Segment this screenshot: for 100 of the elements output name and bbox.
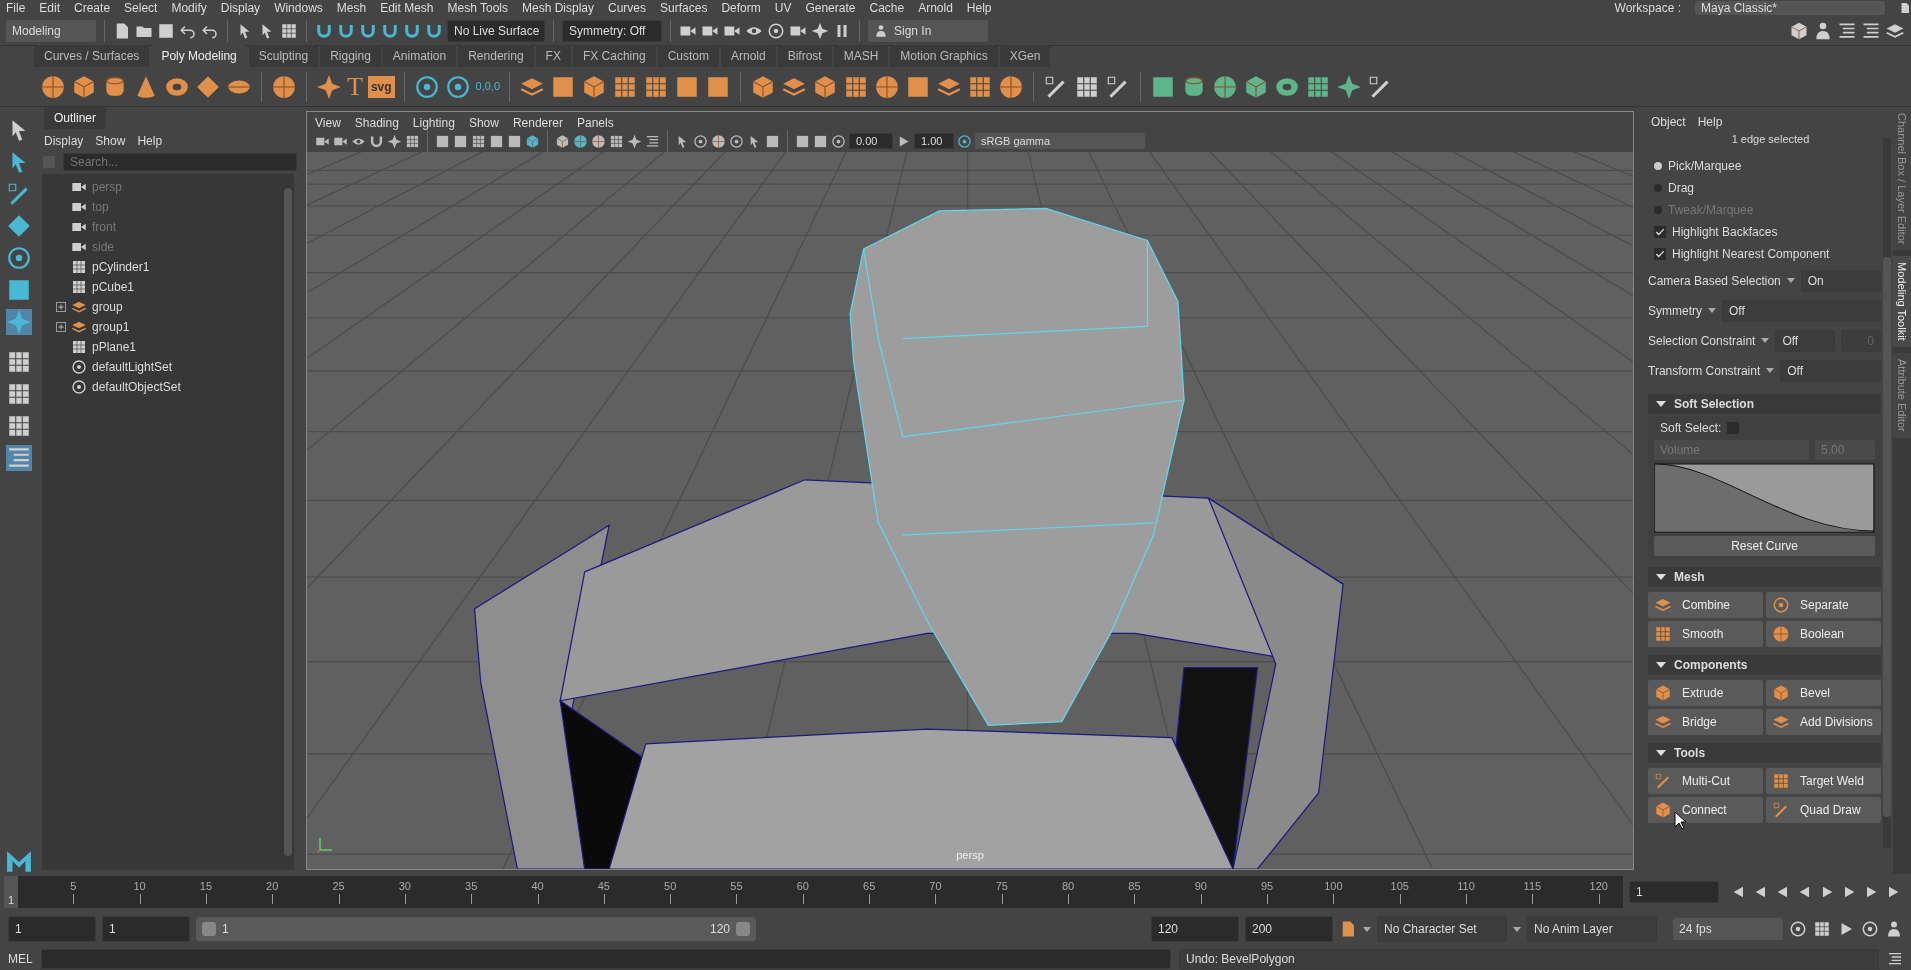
outliner-item[interactable]: group1: [92, 318, 130, 336]
outliner-item[interactable]: pPlane1: [92, 338, 137, 356]
setting-value-field[interactable]: Off: [1722, 299, 1881, 322]
radio-label[interactable]: Pick/Marquee: [1668, 156, 1742, 175]
menu-item[interactable]: Select: [124, 1, 158, 15]
tool-button[interactable]: Bevel: [1766, 679, 1881, 706]
shelf-tab[interactable]: Motion Graphics: [890, 45, 998, 67]
dropdown-caret-icon[interactable]: [1766, 368, 1775, 373]
current-frame-field[interactable]: 1: [1629, 881, 1719, 903]
end-time-field[interactable]: 200: [1245, 916, 1333, 942]
symmetry-field[interactable]: Symmetry: Off: [562, 19, 662, 42]
shelf-tab[interactable]: Curves / Surfaces: [34, 45, 150, 67]
menu-item[interactable]: Panels: [576, 114, 614, 128]
menu-item[interactable]: UV: [774, 1, 792, 15]
shelf-tab[interactable]: Bifrost: [777, 45, 832, 67]
menu-item[interactable]: Modify: [171, 1, 207, 15]
tool-button[interactable]: Separate: [1766, 591, 1881, 618]
menu-item[interactable]: Show: [95, 132, 126, 150]
tool-button[interactable]: Extrude: [1648, 679, 1763, 706]
tool-button[interactable]: Combine: [1648, 591, 1763, 618]
search-field[interactable]: Search...: [63, 153, 297, 171]
select-component-icon[interactable]: [280, 21, 298, 40]
shelf-tab[interactable]: Arnold: [720, 45, 776, 67]
dropdown-caret-icon[interactable]: [1363, 926, 1371, 932]
falloff-curve-graph[interactable]: [1654, 462, 1875, 533]
tool-button[interactable]: Quad Draw: [1766, 796, 1881, 823]
scrollbar-thumb[interactable]: [284, 188, 292, 856]
live-surface-field[interactable]: No Live Surface: [447, 19, 545, 42]
character-set-field[interactable]: No Character Set: [1377, 916, 1507, 942]
menu-item[interactable]: Lighting: [412, 114, 455, 128]
shelf-tab[interactable]: Custom: [657, 45, 719, 67]
fps-dropdown[interactable]: 24 fps: [1673, 918, 1783, 940]
setting-value-field[interactable]: On: [1800, 269, 1881, 292]
menu-item[interactable]: Create: [74, 1, 111, 15]
panel-tab[interactable]: Outliner: [44, 107, 107, 129]
menu-item[interactable]: Mesh Tools: [447, 1, 508, 15]
expand-icon[interactable]: [56, 302, 66, 312]
sign-in-dropdown[interactable]: Sign In: [868, 19, 988, 42]
section-header[interactable]: Tools: [1648, 742, 1881, 763]
scrollbar-thumb[interactable]: [1883, 257, 1891, 817]
dropdown-caret-icon[interactable]: [1513, 926, 1521, 932]
start-time-field[interactable]: 1: [8, 916, 96, 942]
shelf-tab[interactable]: FX: [535, 45, 571, 67]
menu-item[interactable]: Arnold: [918, 1, 953, 15]
tool-button[interactable]: Target Weld: [1766, 767, 1881, 794]
menu-item[interactable]: Edit: [39, 1, 61, 15]
menu-item[interactable]: Curves: [608, 1, 647, 15]
modeling-toolkit-icon[interactable]: [1789, 20, 1809, 41]
range-handle[interactable]: [736, 922, 750, 936]
side-tab[interactable]: Channel Box / Layer Editor: [1893, 107, 1911, 251]
anim-layer-field[interactable]: No Anim Layer: [1527, 916, 1657, 942]
checkbox[interactable]: [1654, 247, 1666, 260]
mode-dropdown[interactable]: Modeling: [6, 19, 96, 42]
radio-button[interactable]: [1654, 161, 1662, 170]
shelf-tab[interactable]: Animation: [382, 45, 457, 67]
checkbox-label[interactable]: Highlight Nearest Component: [1672, 244, 1830, 263]
expand-icon[interactable]: [56, 322, 66, 332]
range-handle[interactable]: [202, 922, 216, 936]
tool-button[interactable]: Multi-Cut: [1648, 767, 1763, 794]
menu-item[interactable]: Mesh: [336, 1, 367, 15]
menu-item[interactable]: File: [6, 1, 26, 15]
tool-button[interactable]: Connect: [1648, 796, 1763, 823]
range-slider-bar[interactable]: 1 120: [196, 917, 756, 941]
sphere-icon[interactable]: [40, 73, 66, 100]
text-tool-icon[interactable]: T: [347, 72, 363, 101]
playback-end-field[interactable]: 120: [1151, 916, 1239, 942]
command-input[interactable]: [40, 949, 1171, 969]
tool-button[interactable]: Boolean: [1766, 620, 1881, 647]
menu-item[interactable]: Mesh Display: [522, 1, 595, 15]
menu-item[interactable]: Shading: [354, 114, 399, 128]
tool-button[interactable]: Smooth: [1648, 620, 1763, 647]
svg-tool-icon[interactable]: svg: [367, 75, 395, 98]
menu-item[interactable]: Surfaces: [660, 1, 708, 15]
outliner-item[interactable]: pCube1: [92, 278, 135, 296]
tool-button[interactable]: Bridge: [1648, 708, 1763, 735]
menu-item[interactable]: Help: [1697, 113, 1723, 131]
menu-item[interactable]: Generate: [805, 1, 856, 15]
menu-item[interactable]: Deform: [721, 1, 761, 15]
radio-button[interactable]: [1654, 183, 1662, 192]
dropdown-caret-icon[interactable]: [1708, 308, 1716, 313]
character-icon[interactable]: [1813, 20, 1833, 41]
menu-item[interactable]: Cache: [869, 1, 905, 15]
exposure-field[interactable]: 0.00: [849, 133, 893, 149]
menu-item[interactable]: Help: [966, 1, 992, 15]
menu-item[interactable]: Help: [137, 132, 163, 150]
tool-button[interactable]: Add Divisions: [1766, 708, 1881, 735]
radio-label[interactable]: Drag: [1668, 178, 1694, 197]
workspace-dropdown[interactable]: Maya Classic*: [1695, 1, 1885, 15]
menu-item[interactable]: Windows: [274, 1, 323, 15]
dropdown-caret-icon[interactable]: [1761, 338, 1770, 343]
side-tab[interactable]: Attribute Editor: [1893, 353, 1911, 438]
menu-item[interactable]: Display: [220, 1, 261, 15]
shelf-tab[interactable]: FX Caching: [572, 45, 656, 67]
time-slider[interactable]: 1 5 10 15 20 25 30 35 40 45 50 55 60 65 70 75 80 85 90 95 100 105 110 115 120: [4, 876, 1623, 908]
shelf-tab[interactable]: Rendering: [458, 45, 534, 67]
shelf-tab[interactable]: Rigging: [320, 45, 381, 67]
section-header[interactable]: Soft Selection: [1648, 393, 1881, 414]
shelf-tab[interactable]: Sculpting: [248, 45, 319, 67]
freeze-transform-icon[interactable]: 0,0,0: [475, 78, 501, 95]
outliner-item[interactable]: group: [92, 298, 123, 316]
